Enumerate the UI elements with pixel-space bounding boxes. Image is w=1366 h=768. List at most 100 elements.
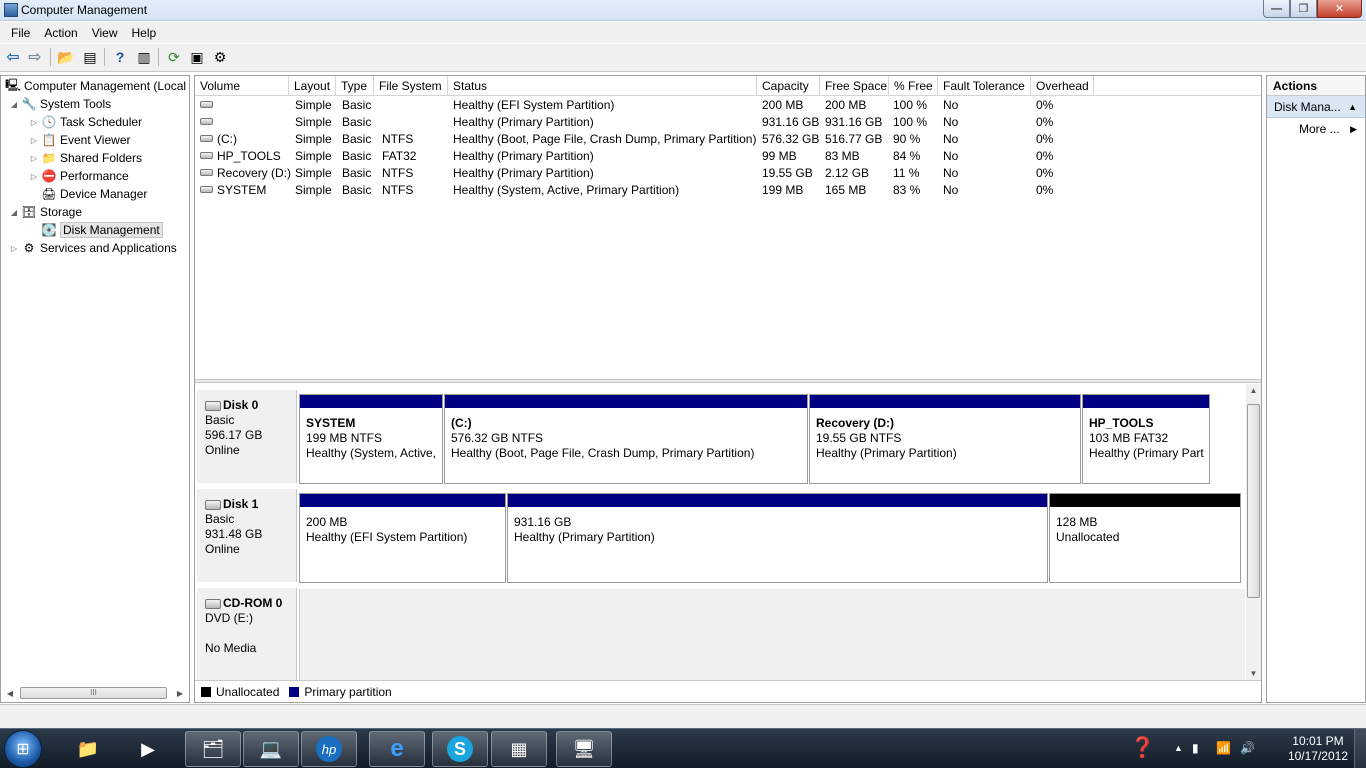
disk-view-vertical-scrollbar[interactable]: ▲ ▼ (1246, 384, 1261, 680)
actions-more[interactable]: More ... ▶ (1267, 118, 1365, 140)
scroll-left-icon[interactable]: ◀ (3, 689, 17, 698)
pane-splitter[interactable] (195, 379, 1261, 383)
taskbar-button-skype[interactable]: S (432, 731, 488, 767)
partition-c[interactable]: (C:) 576.32 GB NTFS Healthy (Boot, Page … (444, 394, 808, 484)
scroll-down-icon[interactable]: ▼ (1246, 669, 1261, 678)
help-icon[interactable]: ? (111, 48, 129, 66)
column-header-status[interactable]: Status (448, 76, 757, 96)
taskbar-button-media-player[interactable]: ▶ (120, 731, 176, 767)
tree-item-performance[interactable]: ▷ ⛔ Performance (29, 167, 129, 185)
table-row[interactable]: SYSTEM Simple Basic NTFS Healthy (System, Ac… (195, 182, 1261, 199)
status-bar (0, 704, 1366, 728)
column-header-fault-tolerance[interactable]: Fault Tolerance (938, 76, 1031, 96)
scrollbar-thumb[interactable] (1247, 404, 1260, 598)
partition-recovery-d[interactable]: Recovery (D:) 19.55 GB NTFS Healthy (Pri… (809, 394, 1081, 484)
taskbar-button-app-3[interactable]: 🗂 (185, 731, 241, 767)
back-arrow-icon[interactable]: ⇦ (4, 48, 22, 66)
menu-view[interactable]: View (85, 26, 125, 40)
table-row[interactable]: Recovery (D:) Simple Basic NTFS Healthy (Pri… (195, 165, 1261, 182)
cell-type: Basic (342, 183, 372, 197)
column-header-overhead[interactable]: Overhead (1031, 76, 1094, 96)
expand-arrow-icon[interactable]: ▷ (9, 244, 19, 253)
actions-header: Actions (1267, 76, 1365, 96)
collapse-arrow-icon[interactable]: ◢ (9, 100, 19, 109)
tree-item-computer-management[interactable]: 🖳 Computer Management (Local (5, 77, 186, 95)
forward-arrow-icon[interactable]: ⇨ (26, 48, 44, 66)
partition-status: Healthy (Primary Partition) (514, 530, 655, 544)
disk-0-label[interactable]: Disk 0 Basic 596.17 GB Online (197, 390, 297, 483)
scroll-up-icon[interactable]: ▲ (1246, 386, 1261, 395)
cell-capacity: 19.55 GB (762, 166, 813, 180)
minimize-button[interactable]: — (1263, 0, 1290, 18)
expand-arrow-icon[interactable]: ▷ (29, 172, 39, 181)
actions-section-disk-management[interactable]: Disk Mana... ▲ (1267, 96, 1365, 118)
refresh-icon[interactable]: ⟳ (165, 48, 183, 66)
tree-item-label: Performance (60, 169, 129, 183)
taskbar-button-internet-explorer[interactable]: e (369, 731, 425, 767)
tree-horizontal-scrollbar[interactable]: ◀ III ▶ (3, 686, 187, 700)
expand-arrow-icon[interactable]: ▷ (29, 154, 39, 163)
taskbar-button-computer-management[interactable]: 🖥 (556, 731, 612, 767)
cell-status: Healthy (Boot, Page File, Crash Dump, Pr… (453, 132, 757, 146)
system-tray: ❓ ▲ ▮ 📶 🔊 10:01 PM 10/17/2012 (1126, 729, 1366, 768)
close-button[interactable]: ✕ (1317, 0, 1362, 18)
scrollbar-thumb[interactable]: III (20, 687, 167, 699)
clock[interactable]: 10:01 PM 10/17/2012 (1288, 734, 1348, 764)
column-header-volume[interactable]: Volume (195, 76, 289, 96)
column-header-percent-free[interactable]: % Free (889, 76, 938, 96)
scroll-right-icon[interactable]: ▶ (173, 689, 187, 698)
toolbar-separator (50, 48, 51, 66)
menu-file[interactable]: File (4, 26, 37, 40)
partition-system[interactable]: SYSTEM 199 MB NTFS Healthy (System, Acti… (299, 394, 443, 484)
cdrom-0-label[interactable]: CD-ROM 0 DVD (E:) No Media (197, 588, 297, 680)
menu-help[interactable]: Help (125, 26, 164, 40)
table-row[interactable]: HP_TOOLS Simple Basic FAT32 Healthy (Primary… (195, 148, 1261, 165)
network-signal-icon[interactable]: 📶 (1216, 741, 1231, 755)
taskbar-button-hp[interactable]: hp (301, 731, 357, 767)
menu-action[interactable]: Action (37, 26, 84, 40)
show-hidden-icons-icon[interactable]: ▲ (1174, 743, 1183, 753)
table-row[interactable]: (C:) Simple Basic NTFS Healthy (Boot, Page F… (195, 131, 1261, 148)
column-header-capacity[interactable]: Capacity (757, 76, 820, 96)
disk-1-label[interactable]: Disk 1 Basic 931.48 GB Online (197, 489, 297, 582)
column-header-file-system[interactable]: File System (374, 76, 448, 96)
volume-icon[interactable]: 🔊 (1240, 741, 1255, 755)
show-hide-action-pane-icon[interactable]: ▥ (135, 48, 153, 66)
tree-item-task-scheduler[interactable]: ▷ 🕓 Task Scheduler (29, 113, 142, 131)
partition-status: Healthy (Boot, Page File, Crash Dump, Pr… (451, 446, 755, 460)
maximize-button[interactable]: ❐ (1290, 0, 1317, 18)
tree-item-services-and-applications[interactable]: ▷ ⚙ Services and Applications (9, 239, 177, 257)
expand-arrow-icon[interactable]: ▷ (29, 136, 39, 145)
column-header-free-space[interactable]: Free Space (820, 76, 889, 96)
partition-hp-tools[interactable]: HP_TOOLS 103 MB FAT32 Healthy (Primary P… (1082, 394, 1210, 484)
tree-item-event-viewer[interactable]: ▷ 📋 Event Viewer (29, 131, 131, 149)
expand-arrow-icon[interactable]: ▷ (29, 118, 39, 127)
taskbar-button-explorer[interactable]: 📁 (60, 731, 116, 767)
collapse-arrow-icon[interactable]: ◢ (9, 208, 19, 217)
collapse-up-icon[interactable]: ▲ (1348, 96, 1357, 118)
show-desktop-button[interactable] (1354, 729, 1366, 768)
tree-item-device-manager[interactable]: 🖨 Device Manager (29, 185, 147, 203)
taskbar-button-app-8[interactable]: ▦ (491, 731, 547, 767)
column-header-type[interactable]: Type (336, 76, 374, 96)
device-icon[interactable]: ▮ (1192, 741, 1199, 755)
properties-icon[interactable]: ▣ (188, 48, 206, 66)
partition-efi[interactable]: 200 MB Healthy (EFI System Partition) (299, 493, 506, 583)
partition-unallocated[interactable]: 128 MB Unallocated (1049, 493, 1241, 583)
partition-size: 19.55 GB NTFS (816, 431, 902, 445)
tree-item-storage[interactable]: ◢ 🗄 Storage (9, 203, 82, 221)
cdrom-0-area[interactable] (299, 589, 1245, 683)
partition-primary-931gb[interactable]: 931.16 GB Healthy (Primary Partition) (507, 493, 1048, 583)
tree-item-disk-management[interactable]: 💽 Disk Management (29, 221, 163, 239)
taskbar-button-app-4[interactable]: 💻 (243, 731, 299, 767)
column-header-layout[interactable]: Layout (289, 76, 336, 96)
table-row[interactable]: Simple Basic Healthy (EFI System Partition… (195, 97, 1261, 114)
settings-icon[interactable]: ⚙ (211, 48, 229, 66)
table-row[interactable]: Simple Basic Healthy (Primary Partition) 93… (195, 114, 1261, 131)
start-button[interactable]: ⊞ (4, 730, 42, 768)
tree-item-shared-folders[interactable]: ▷ 📁 Shared Folders (29, 149, 142, 167)
up-folder-icon[interactable]: 📂 (57, 48, 75, 66)
help-support-icon[interactable]: ❓ (1130, 735, 1155, 760)
show-hide-tree-icon[interactable]: ▤ (81, 48, 99, 66)
tree-item-system-tools[interactable]: ◢ 🔧 System Tools (9, 95, 111, 113)
